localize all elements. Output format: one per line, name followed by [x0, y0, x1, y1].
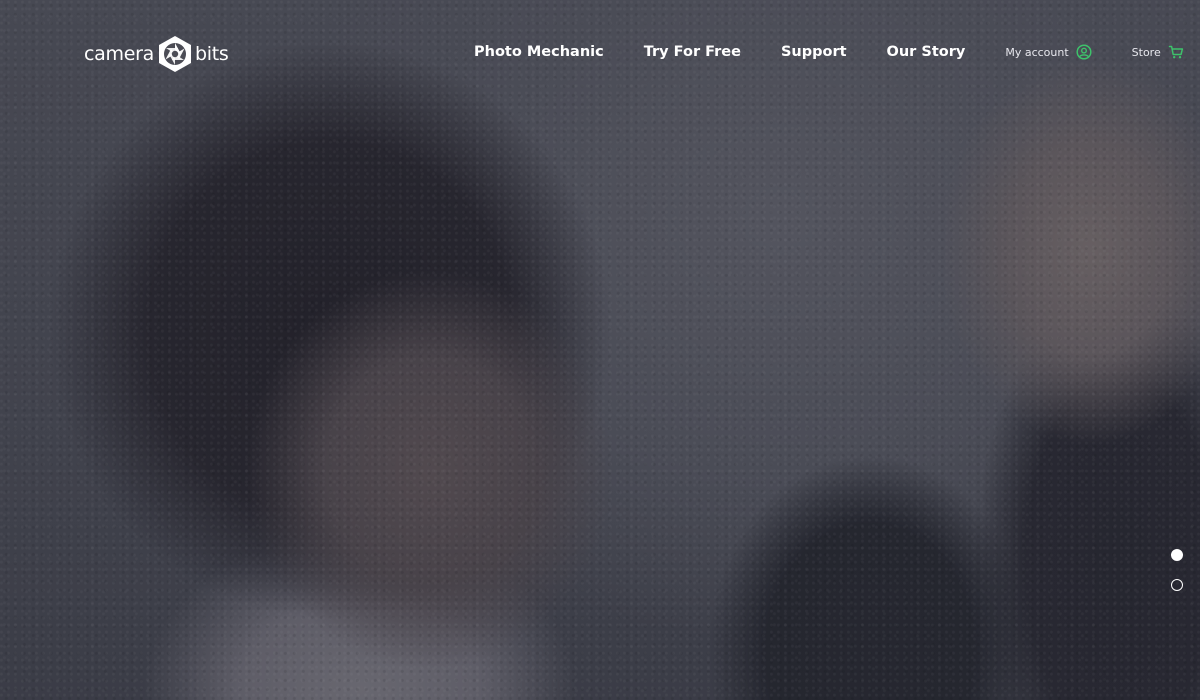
slide-dot-2[interactable] — [1171, 579, 1183, 591]
my-account-label: My account — [1005, 45, 1069, 59]
slider-pagination — [1171, 549, 1184, 609]
shopping-cart-icon — [1168, 44, 1184, 60]
store-link[interactable]: Store — [1132, 44, 1184, 60]
camerabits-logo[interactable]: camera bits — [84, 34, 229, 74]
nav-link-our-story[interactable]: Our Story — [887, 40, 966, 64]
my-account-link[interactable]: My account — [1005, 44, 1092, 60]
camera-shutter-hexagon-icon — [157, 35, 193, 73]
page: camera bits Photo Mechanic Try For Free — [0, 0, 1200, 700]
nav-link-photo-mechanic[interactable]: Photo Mechanic — [474, 40, 604, 64]
hero-dark-overlay — [0, 0, 1200, 700]
slide-dot-1[interactable] — [1171, 549, 1183, 561]
site-header: camera bits Photo Mechanic Try For Free — [0, 0, 1200, 100]
logo-word-left: camera — [84, 42, 154, 65]
hero-background-photo — [0, 0, 1200, 700]
nav-link-try-for-free[interactable]: Try For Free — [644, 40, 741, 64]
store-label: Store — [1131, 45, 1161, 59]
nav-link-support[interactable]: Support — [781, 40, 847, 64]
user-circle-icon — [1076, 44, 1092, 60]
main-nav: Photo Mechanic Try For Free Support Our … — [474, 40, 1184, 64]
logo-word-right: bits — [194, 42, 229, 65]
